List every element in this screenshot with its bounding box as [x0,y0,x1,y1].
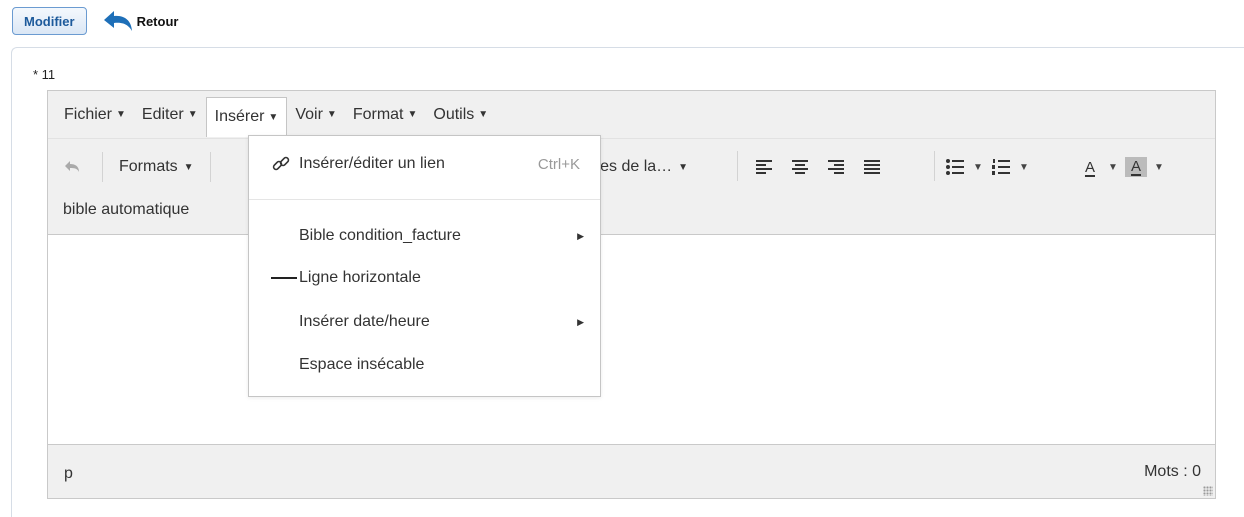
caret-down-icon: ▼ [268,111,279,123]
insert-link-label: Insérer/éditer un lien [299,155,445,172]
menu-fichier-label: Fichier [64,105,113,123]
alignment-group [746,151,890,183]
menu-divider [249,199,600,200]
caret-down-icon[interactable]: ▼ [1150,162,1168,173]
chevron-right-icon: ▶ [577,316,584,327]
horizontal-line-label: Ligne horizontale [299,269,421,286]
menu-fichier[interactable]: Fichier ▼ [56,97,134,133]
element-path[interactable]: p [64,465,73,483]
editor-toolbar: Formats ▼ lles de la… ▼ ▼ ▼ A ▼ A ▼ bibl… [48,139,1215,235]
insert-datetime-label: Insérer date/heure [299,313,430,330]
background-color-button[interactable]: A [1125,157,1147,177]
menu-editer[interactable]: Editer ▼ [134,97,206,133]
bullet-list-icon [946,159,964,175]
formats-label: Formats [119,158,178,175]
text-color-button[interactable]: A [1076,151,1104,183]
modifier-button[interactable]: Modifier [12,7,87,35]
caret-down-icon: ▼ [187,109,198,120]
menu-item-horizontal-line[interactable]: Ligne horizontale [249,258,600,298]
menu-editer-label: Editer [141,105,184,123]
bible-automatique-button[interactable]: bible automatique [63,201,189,219]
editor-menubar: Fichier ▼ Editer ▼ Insérer ▼ Voir ▼ Format ▼ … [48,91,1215,139]
action-bar: Modifier Retour [12,6,178,36]
caret-down-icon: ▼ [407,109,418,120]
align-left-icon [756,160,772,174]
align-right-button[interactable] [818,151,854,183]
align-center-button[interactable] [782,151,818,183]
formats-dropdown[interactable]: Formats ▼ [109,151,204,183]
numbered-list-icon [992,159,1010,175]
align-center-icon [792,160,808,174]
nonbreaking-space-label: Espace insécable [299,356,425,373]
menu-inserer-label: Insérer [214,108,265,125]
caret-down-icon[interactable]: ▼ [1104,162,1122,173]
caret-down-icon: ▼ [183,161,194,173]
menu-format-label: Format [352,105,404,123]
menu-item-nonbreaking-space[interactable]: Espace insécable [249,345,600,385]
align-justify-icon [864,160,880,174]
toolbar-separator [934,151,935,181]
undo-button[interactable] [48,151,96,183]
colors-group: A ▼ A ▼ [1076,151,1168,183]
retour-link[interactable]: Retour [101,7,179,35]
insert-link-shortcut: Ctrl+K [537,155,580,173]
toolbar-separator [102,152,103,182]
chevron-right-icon: ▶ [577,230,584,241]
align-left-button[interactable] [746,151,782,183]
align-justify-button[interactable] [854,151,890,183]
toolbar-separator [737,151,738,181]
caret-down-icon[interactable]: ▼ [969,162,987,173]
editor-statusbar: p Mots : 0 [48,444,1215,498]
menu-format[interactable]: Format ▼ [345,97,426,133]
undo-arrow-icon [103,11,132,31]
field-label: * 11 [33,67,56,82]
word-count: Mots : 0 [1144,463,1201,480]
caret-down-icon: ▼ [326,109,337,120]
menu-voir-label: Voir [295,105,323,123]
resize-grip-icon[interactable] [1203,486,1213,496]
align-right-icon [828,160,844,174]
menu-item-bible-condition-facture[interactable]: Bible condition_facture ▶ [249,216,600,256]
inserer-dropdown-menu: Insérer/éditer un lien Ctrl+K Bible cond… [248,135,601,397]
retour-label: Retour [136,13,179,29]
lists-group: ▼ ▼ [941,151,1033,183]
menu-item-insert-datetime[interactable]: Insérer date/heure ▶ [249,302,600,342]
caret-down-icon: ▼ [678,161,689,173]
menu-inserer[interactable]: Insérer ▼ [205,96,288,137]
menu-outils[interactable]: Outils ▼ [425,97,496,133]
styles-dropdown[interactable]: lles de la… ▼ [593,147,688,187]
caret-down-icon: ▼ [478,109,489,120]
caret-down-icon[interactable]: ▼ [1015,162,1033,173]
numbered-list-button[interactable] [987,151,1015,183]
undo-icon [65,161,79,172]
rich-text-editor: Fichier ▼ Editer ▼ Insérer ▼ Voir ▼ Format ▼ … [47,90,1216,499]
menu-outils-label: Outils [433,105,475,123]
link-icon [271,154,297,174]
toolbar-separator [209,152,211,182]
menu-voir[interactable]: Voir ▼ [287,97,344,133]
editor-content-area[interactable] [48,235,1215,445]
styles-label: lles de la… [593,158,673,175]
horizontal-line-icon [271,276,297,280]
bible-condition-label: Bible condition_facture [299,227,461,244]
menu-item-insert-link[interactable]: Insérer/éditer un lien Ctrl+K [249,144,600,184]
bullet-list-button[interactable] [941,151,969,183]
caret-down-icon: ▼ [116,109,126,120]
